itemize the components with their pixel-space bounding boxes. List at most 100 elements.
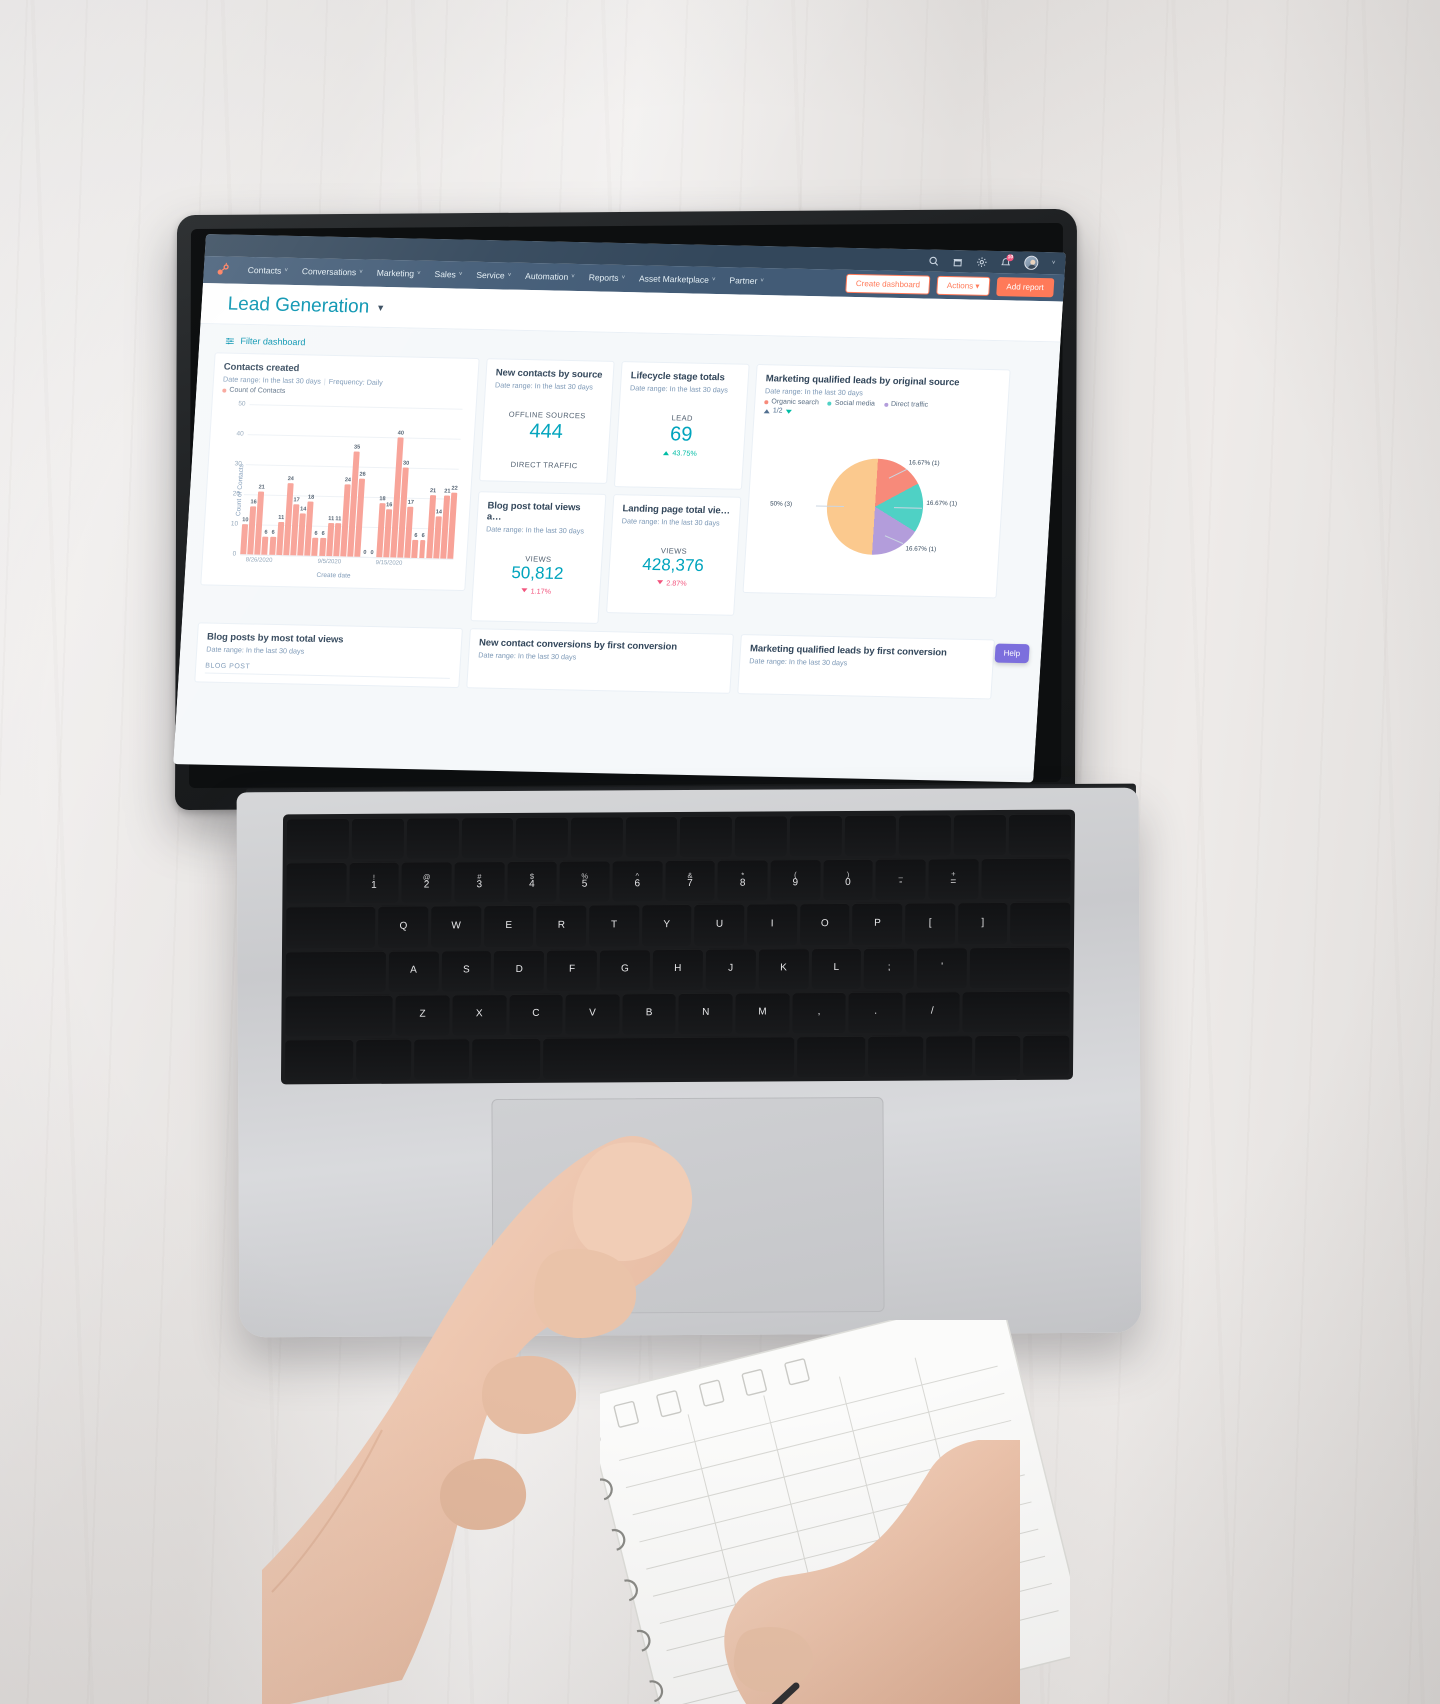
create-dashboard-button[interactable]: Create dashboard — [845, 273, 931, 295]
card-new-contact-conversions[interactable]: New contact conversions by first convers… — [466, 627, 734, 694]
key-1[interactable]: ! 1 — [348, 861, 399, 904]
key-tab[interactable] — [286, 906, 376, 948]
card-blog-post-total-views[interactable]: Blog post total views a… Date range: In … — [470, 491, 607, 624]
key-0[interactable]: ) 0 — [822, 858, 873, 901]
key-g[interactable]: G — [599, 948, 651, 991]
key-h[interactable]: H — [652, 948, 703, 990]
key-arrow-updown[interactable] — [974, 1034, 1021, 1077]
key-shift-left[interactable] — [285, 994, 393, 1037]
key-j[interactable]: J — [705, 948, 756, 990]
key-backslash[interactable] — [1010, 901, 1071, 944]
key-f2[interactable] — [406, 817, 459, 859]
account-chevron-down-icon[interactable]: ˅ — [1052, 260, 1056, 266]
key-arrow-left[interactable] — [926, 1035, 973, 1077]
card-blog-posts-by-most-total-views[interactable]: Blog posts by most total views Date rang… — [194, 622, 463, 688]
pager-up-icon[interactable] — [763, 408, 770, 413]
key-i[interactable]: I — [747, 903, 798, 946]
help-button[interactable]: Help — [994, 643, 1030, 664]
nav-item-marketing[interactable]: Marketing ˅ — [369, 260, 429, 288]
key-=[interactable]: + = — [928, 858, 979, 900]
key-6[interactable]: ^ 6 — [612, 860, 663, 902]
key-e[interactable]: E — [483, 905, 534, 947]
legend-item[interactable]: Organic search — [764, 398, 819, 406]
card-landing-page-total-views[interactable]: Landing page total vie… Date range: In t… — [606, 494, 742, 616]
key-delete[interactable] — [981, 857, 1071, 900]
key-f4[interactable] — [515, 816, 569, 859]
key-m[interactable]: M — [735, 992, 790, 1034]
legend-item[interactable]: Direct traffic — [883, 401, 928, 409]
key-f[interactable]: F — [546, 949, 598, 991]
key--[interactable]: _ - — [875, 858, 926, 901]
key-tilde[interactable] — [286, 862, 347, 904]
key-option-left[interactable] — [414, 1038, 470, 1080]
add-report-button[interactable]: Add report — [995, 277, 1055, 298]
key-option-right[interactable] — [868, 1035, 924, 1077]
key-v[interactable]: V — [565, 993, 620, 1035]
key-3[interactable]: #3 — [454, 861, 505, 903]
legend-item[interactable]: Social media — [827, 400, 875, 408]
pager-down-icon[interactable] — [785, 409, 792, 414]
nav-item-automation[interactable]: Automation ˅ — [517, 263, 582, 291]
card-new-contacts-by-source[interactable]: New contacts by source Date range: In th… — [479, 358, 615, 484]
keyboard-function-row[interactable] — [286, 813, 1071, 860]
key-f5[interactable] — [570, 816, 623, 858]
nav-item-reports[interactable]: Reports ˅ — [581, 264, 633, 292]
keyboard-qwerty-row[interactable]: Q W E R T Y U I O P[] — [286, 901, 1071, 948]
key-power[interactable] — [1008, 813, 1071, 856]
nav-item-contacts[interactable]: Contacts ˅ — [240, 257, 296, 285]
key-f8[interactable] — [734, 815, 787, 857]
hubspot-logo-icon[interactable] — [215, 262, 231, 277]
legend-item[interactable]: Count of Contacts — [222, 387, 286, 395]
key-f3[interactable] — [461, 817, 514, 859]
key-command-right[interactable] — [797, 1035, 866, 1078]
key-k[interactable]: K — [758, 947, 809, 990]
settings-gear-icon[interactable] — [976, 256, 988, 267]
key-r[interactable]: R — [536, 904, 587, 947]
key-f7[interactable] — [680, 815, 733, 858]
key-capslock[interactable] — [285, 950, 386, 993]
card-mql-by-original-source[interactable]: Marketing qualified leads by original so… — [742, 363, 1011, 599]
key-n[interactable]: N — [678, 992, 733, 1034]
key-f10[interactable] — [844, 814, 897, 857]
key-.[interactable]: . — [848, 991, 903, 1033]
key-8[interactable]: * 8 — [717, 859, 768, 902]
key-5[interactable]: % 5 — [559, 860, 610, 903]
keyboard-space-row[interactable] — [284, 1034, 1070, 1081]
key-][interactable]: ] — [957, 902, 1008, 944]
card-mql-by-first-conversion[interactable]: Marketing qualified leads by first conve… — [737, 633, 995, 700]
marketplace-icon[interactable] — [952, 256, 964, 267]
key-shift-right[interactable] — [961, 990, 1070, 1033]
bar[interactable] — [418, 539, 426, 559]
key-control[interactable] — [356, 1038, 412, 1080]
bar[interactable] — [311, 537, 319, 556]
key-o[interactable]: O — [799, 903, 850, 945]
key-9[interactable]: (9 — [770, 859, 821, 901]
nav-item-asset-marketplace[interactable]: Asset Marketplace ˅ — [631, 265, 723, 294]
key-c[interactable]: C — [508, 993, 563, 1035]
nav-item-partner[interactable]: Partner ˅ — [722, 267, 772, 295]
key-command-left[interactable] — [471, 1037, 541, 1080]
notifications-icon[interactable]: 10 — [1000, 253, 1015, 268]
account-avatar[interactable] — [1024, 255, 1040, 270]
key-t[interactable]: T — [589, 904, 640, 947]
key-f6[interactable] — [625, 816, 678, 858]
keyboard[interactable]: ! 1 @2 #3 $4% 5 ^ 6 & 7 * 8(9) 0 _ - + = Q W E R T Y U I O P[] AS… — [280, 809, 1076, 1085]
key-2[interactable]: @2 — [401, 861, 452, 904]
actions-button[interactable]: Actions ▾ — [936, 275, 991, 296]
key-x[interactable]: X — [452, 993, 507, 1036]
keyboard-number-row[interactable]: ! 1 @2 #3 $4% 5 ^ 6 & 7 * 8(9) 0 _ - + = — [286, 857, 1071, 904]
key-f1[interactable] — [351, 817, 404, 860]
key-p[interactable]: P — [852, 902, 903, 945]
search-icon[interactable] — [928, 255, 940, 266]
bar[interactable] — [261, 536, 269, 555]
key-return[interactable] — [969, 946, 1070, 988]
key-a[interactable]: A — [388, 949, 439, 992]
key-b[interactable]: B — [622, 992, 677, 1035]
key-esc[interactable] — [286, 818, 350, 860]
dashboard-switcher-caret-icon[interactable]: ▼ — [376, 303, 386, 313]
nav-item-conversations[interactable]: Conversations ˅ — [294, 258, 371, 287]
key-y[interactable]: Y — [641, 904, 692, 946]
nav-item-sales[interactable]: Sales ˅ — [427, 261, 470, 289]
bar[interactable] — [411, 539, 419, 558]
key-4[interactable]: $4 — [506, 860, 557, 903]
